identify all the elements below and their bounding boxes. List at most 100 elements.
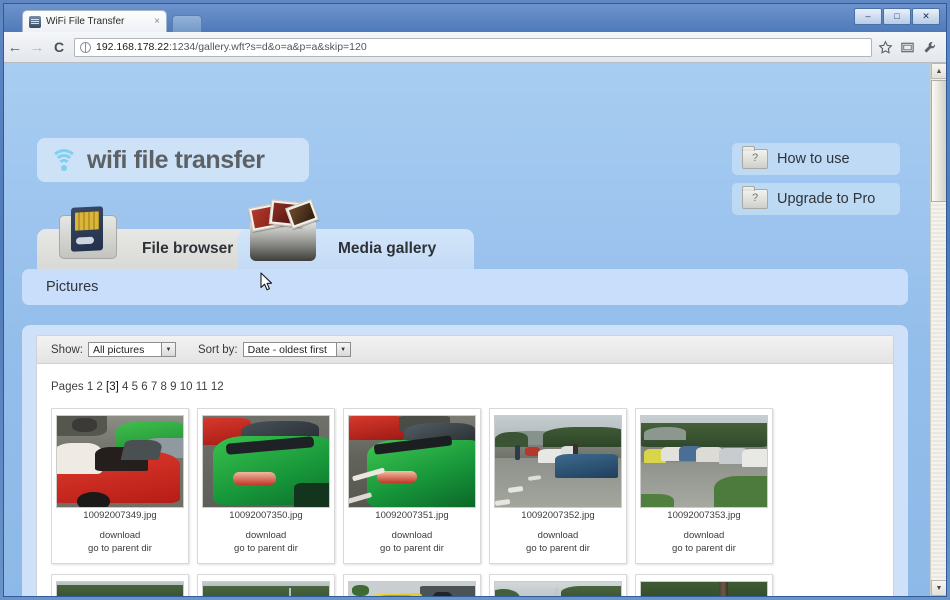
photo-box-icon [244, 198, 322, 263]
thumbnail-image[interactable] [494, 415, 622, 508]
sort-value: Date - oldest first [247, 343, 327, 356]
gallery-controls: Show: All pictures ▼ Sort by: Date - old… [37, 336, 893, 364]
thumbnail-card[interactable] [51, 574, 189, 596]
thumbnail-filename: 10092007353.jpg [667, 510, 741, 521]
window-controls: – □ ✕ [854, 8, 940, 25]
thumbnail-filename: 10092007352.jpg [521, 510, 595, 521]
pagination: Pages 1 2 [3] 4 5 6 7 8 9 10 11 12 [51, 381, 224, 393]
thumbnail-row: 10092007349.jpg download go to parent di… [51, 408, 893, 565]
forward-button[interactable]: → [26, 40, 48, 55]
thumbnail-filename: 10092007351.jpg [375, 510, 449, 521]
wifi-icon [49, 147, 79, 173]
page-link[interactable]: 6 [141, 381, 147, 393]
thumbnail-image[interactable] [348, 581, 476, 596]
page-link[interactable]: 12 [211, 381, 224, 393]
breadcrumb-label: Pictures [46, 279, 99, 295]
chevron-down-icon: ▼ [160, 343, 175, 356]
url-path: :1234/gallery.wft?s=d&o=a&p=a&skip=120 [169, 41, 367, 53]
close-window-button[interactable]: ✕ [912, 8, 940, 25]
reload-button[interactable]: C [48, 40, 70, 54]
page-link-current[interactable]: [3] [106, 381, 119, 393]
sort-label: Sort by: [197, 343, 238, 356]
minimize-button[interactable]: – [854, 8, 882, 25]
thumbnail-card[interactable]: 10092007350.jpg download go to parent di… [197, 408, 335, 565]
address-bar[interactable]: 192.168.178.22:1234/gallery.wft?s=d&o=a&… [74, 37, 872, 57]
download-link[interactable]: download [202, 530, 330, 543]
download-link[interactable]: download [348, 530, 476, 543]
page-link[interactable]: 9 [170, 381, 176, 393]
thumbnail-image[interactable] [202, 415, 330, 508]
close-tab-icon[interactable]: × [154, 16, 160, 27]
how-to-use-button[interactable]: ? How to use [732, 143, 900, 175]
thumbnail-card[interactable] [343, 574, 481, 596]
thumbnail-grid: 10092007349.jpg download go to parent di… [51, 408, 893, 596]
page-link[interactable]: 10 [180, 381, 193, 393]
browser-tab[interactable]: WiFi File Transfer × [22, 10, 167, 32]
thumbnail-image[interactable] [640, 415, 768, 508]
thumbnail-card[interactable]: 10092007351.jpg download go to parent di… [343, 408, 481, 565]
scrollbar-track[interactable] [931, 202, 946, 580]
download-link[interactable]: download [640, 530, 768, 543]
page-link[interactable]: 11 [196, 381, 208, 393]
download-link[interactable]: download [56, 530, 184, 543]
app-logo-text: wifi file transfer [87, 145, 265, 174]
favicon [29, 15, 41, 28]
window-frame-icon[interactable] [900, 40, 915, 55]
address-bar-text: 192.168.178.22:1234/gallery.wft?s=d&o=a&… [96, 41, 367, 53]
wrench-menu-icon[interactable] [922, 40, 937, 55]
card-reader-icon [49, 201, 127, 263]
thumbnail-card[interactable]: 10092007353.jpg download go to parent di… [635, 408, 773, 565]
thumbnail-card[interactable] [489, 574, 627, 596]
page-link[interactable]: 7 [151, 381, 157, 393]
thumbnail-row [51, 574, 893, 596]
parent-dir-link[interactable]: go to parent dir [56, 543, 184, 556]
toolbar-icon-group [878, 39, 946, 55]
parent-dir-link[interactable]: go to parent dir [494, 543, 622, 556]
chevron-down-icon: ▼ [335, 343, 350, 356]
browser-tab-title: WiFi File Transfer [46, 16, 125, 27]
question-folder-icon: ? [742, 146, 768, 169]
thumbnail-image[interactable] [56, 581, 184, 596]
thumbnail-image[interactable] [202, 581, 330, 596]
parent-dir-link[interactable]: go to parent dir [202, 543, 330, 556]
page-link[interactable]: 1 [87, 381, 93, 393]
tab-file-browser-label: File browser [142, 240, 234, 257]
thumbnail-image[interactable] [56, 415, 184, 508]
app-tab-bar: File browser Media gallery [4, 198, 930, 269]
browser-toolbar: ← → C 192.168.178.22:1234/gallery.wft?s=… [4, 32, 946, 63]
page-link[interactable]: 5 [132, 381, 138, 393]
window-frame: WiFi File Transfer × – □ ✕ ← → C 192.168… [3, 3, 947, 597]
pagination-label: Pages [51, 381, 84, 393]
thumbnail-image[interactable] [348, 415, 476, 508]
page-link[interactable]: 8 [160, 381, 166, 393]
page-link[interactable]: 2 [96, 381, 102, 393]
web-page: wifi file transfer ? How to use ? Upgrad… [4, 63, 930, 596]
vertical-scrollbar[interactable]: ▲ ▼ [930, 63, 946, 596]
scrollbar-thumb[interactable] [931, 80, 946, 202]
thumbnail-filename: 10092007350.jpg [229, 510, 303, 521]
parent-dir-link[interactable]: go to parent dir [348, 543, 476, 556]
tab-media-gallery[interactable]: Media gallery [238, 198, 474, 269]
scroll-up-arrow[interactable]: ▲ [931, 63, 946, 79]
thumbnail-image[interactable] [494, 581, 622, 596]
thumbnail-image[interactable] [640, 581, 768, 596]
page-link[interactable]: 4 [122, 381, 128, 393]
thumbnail-card[interactable] [635, 574, 773, 596]
maximize-button[interactable]: □ [883, 8, 911, 25]
thumbnail-card[interactable]: 10092007349.jpg download go to parent di… [51, 408, 189, 565]
url-host: 192.168.178.22 [96, 41, 169, 53]
sort-select[interactable]: Date - oldest first ▼ [242, 342, 351, 357]
show-label: Show: [51, 343, 83, 356]
thumbnail-card[interactable] [197, 574, 335, 596]
content-panel-outer: Show: All pictures ▼ Sort by: Date - old… [22, 325, 908, 596]
show-filter-value: All pictures [92, 343, 145, 356]
back-button[interactable]: ← [4, 40, 26, 55]
scroll-down-arrow[interactable]: ▼ [931, 580, 946, 596]
thumbnail-filename: 10092007349.jpg [83, 510, 157, 521]
parent-dir-link[interactable]: go to parent dir [640, 543, 768, 556]
star-icon[interactable] [878, 39, 893, 55]
page-viewport: wifi file transfer ? How to use ? Upgrad… [4, 63, 946, 596]
thumbnail-card[interactable]: 10092007352.jpg download go to parent di… [489, 408, 627, 565]
download-link[interactable]: download [494, 530, 622, 543]
show-filter-select[interactable]: All pictures ▼ [87, 342, 176, 357]
